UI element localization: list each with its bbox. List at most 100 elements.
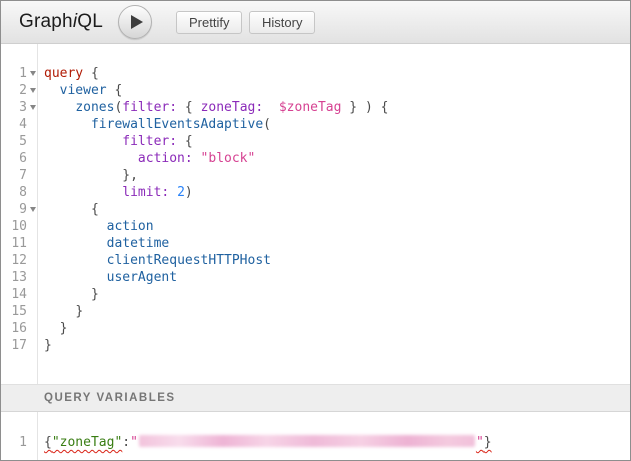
code-text: action	[38, 218, 154, 235]
code-line: 14 }	[1, 286, 630, 303]
code-line: 1 query {	[1, 65, 630, 82]
code-line: 4 firewallEventsAdaptive(	[1, 116, 630, 133]
code-token	[44, 287, 91, 302]
code-line: 7 },	[1, 167, 630, 184]
line-number: 1	[1, 65, 27, 82]
code-line: 1{"zoneTag":""}	[1, 434, 630, 451]
code-line: 16 }	[1, 320, 630, 337]
fold-gutter	[27, 235, 38, 252]
code-token: zoneTag:	[201, 100, 264, 115]
code-token	[263, 100, 279, 115]
code-text: query {	[38, 65, 99, 82]
code-line: 8 limit: 2)	[1, 184, 630, 201]
code-text: firewallEventsAdaptive(	[38, 116, 271, 133]
line-number: 16	[1, 320, 27, 337]
fold-gutter	[27, 269, 38, 286]
line-number: 17	[1, 337, 27, 354]
code-token: }	[60, 321, 68, 336]
line-number: 13	[1, 269, 27, 286]
code-text: clientRequestHTTPHost	[38, 252, 271, 269]
line-number: 11	[1, 235, 27, 252]
code-token	[44, 304, 75, 319]
line-number: 3	[1, 99, 27, 116]
variables-editor-lines: 1{"zoneTag":""}	[1, 434, 630, 451]
variables-editor[interactable]: 1{"zoneTag":""}	[1, 412, 630, 460]
code-text: action: "block"	[38, 150, 255, 167]
fold-gutter[interactable]	[27, 99, 38, 116]
fold-gutter[interactable]	[27, 65, 38, 82]
fold-gutter	[27, 167, 38, 184]
toolbar: GraphiQL Prettify History	[1, 1, 630, 44]
logo-text-2: QL	[77, 11, 103, 32]
fold-arrow-icon[interactable]	[30, 207, 36, 212]
code-token: }	[91, 287, 99, 302]
code-line: 12 clientRequestHTTPHost	[1, 252, 630, 269]
logo-text-1: Graph	[19, 11, 73, 32]
code-line: 3 zones(filter: { zoneTag: $zoneTag } ) …	[1, 99, 630, 116]
prettify-button[interactable]: Prettify	[176, 11, 242, 34]
code-token: action:	[138, 151, 193, 166]
line-number: 7	[1, 167, 27, 184]
fold-gutter	[27, 320, 38, 337]
code-line: 11 datetime	[1, 235, 630, 252]
code-token: action	[107, 219, 154, 234]
code-text: }	[38, 320, 67, 337]
code-token	[44, 236, 107, 251]
fold-gutter[interactable]	[27, 82, 38, 99]
code-text: }	[38, 337, 52, 354]
fold-arrow-icon[interactable]	[30, 88, 36, 93]
code-token: }	[44, 338, 52, 353]
code-token: "block"	[201, 151, 256, 166]
code-token: datetime	[107, 236, 170, 251]
query-editor[interactable]: 1 query {2 viewer {3 zones(filter: { zone…	[1, 44, 630, 384]
code-line: 2 viewer {	[1, 82, 630, 99]
code-token	[44, 134, 122, 149]
code-token: } ) {	[341, 100, 388, 115]
code-line: 9 {	[1, 201, 630, 218]
code-token: },	[122, 168, 138, 183]
code-token	[44, 151, 138, 166]
code-token: :	[122, 435, 130, 450]
code-token: clientRequestHTTPHost	[107, 253, 271, 268]
code-token	[44, 321, 60, 336]
code-token: {	[177, 100, 200, 115]
fold-gutter	[27, 184, 38, 201]
code-token	[44, 117, 91, 132]
code-token: "zoneTag"	[52, 435, 122, 450]
code-line: 6 action: "block"	[1, 150, 630, 167]
code-token: {	[114, 83, 122, 98]
history-button[interactable]: History	[249, 11, 315, 34]
code-token: firewallEventsAdaptive	[91, 117, 263, 132]
graphiql-window: GraphiQL Prettify History 1 query {2 view…	[0, 0, 631, 461]
fold-arrow-icon[interactable]	[30, 105, 36, 110]
code-token: (	[263, 117, 271, 132]
code-token	[169, 185, 177, 200]
query-variables-title: QUERY VARIABLES	[44, 392, 176, 404]
line-number: 10	[1, 218, 27, 235]
code-token: "	[476, 435, 484, 450]
play-icon	[131, 15, 143, 29]
code-text: },	[38, 167, 138, 184]
code-text: datetime	[38, 235, 169, 252]
code-token	[44, 270, 107, 285]
fold-gutter[interactable]	[27, 201, 38, 218]
line-number: 14	[1, 286, 27, 303]
query-variables-title-bar[interactable]: QUERY VARIABLES	[1, 384, 630, 412]
line-number: 8	[1, 184, 27, 201]
line-number: 9	[1, 201, 27, 218]
line-number: 4	[1, 116, 27, 133]
code-text: {	[38, 201, 99, 218]
code-line: 17}	[1, 337, 630, 354]
fold-arrow-icon[interactable]	[30, 71, 36, 76]
code-token: {	[44, 435, 52, 450]
execute-query-button[interactable]	[118, 5, 152, 39]
code-token: $zoneTag	[279, 100, 342, 115]
code-token	[44, 100, 75, 115]
line-number: 5	[1, 133, 27, 150]
code-line: 10 action	[1, 218, 630, 235]
fold-gutter	[27, 133, 38, 150]
fold-gutter	[27, 252, 38, 269]
fold-gutter	[27, 150, 38, 167]
graphiql-logo: GraphiQL	[19, 11, 103, 33]
code-token	[44, 168, 122, 183]
